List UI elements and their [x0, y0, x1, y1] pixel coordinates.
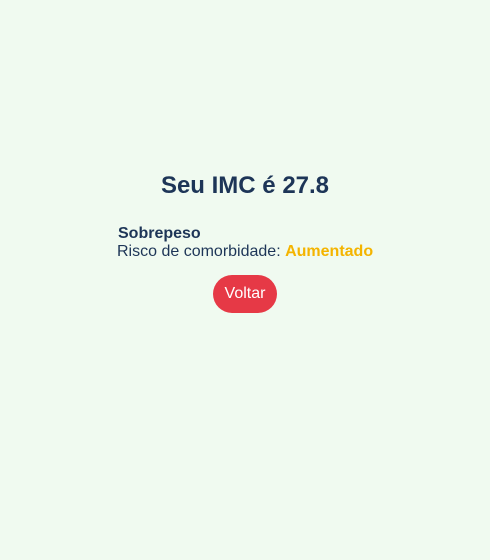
- comorbidity-risk-label: Risco de comorbidade:: [117, 243, 286, 260]
- imc-category-label: Sobrepeso: [118, 225, 201, 242]
- imc-result-panel: Seu IMC é 27.8 Sobrepeso Risco de comorb…: [0, 0, 490, 560]
- back-button[interactable]: Voltar: [213, 275, 277, 313]
- comorbidity-risk-value: Aumentado: [285, 243, 374, 260]
- comorbidity-risk-line: Risco de comorbidade: Aumentado: [117, 243, 373, 261]
- imc-result-title: Seu IMC é 27.8: [160, 172, 330, 199]
